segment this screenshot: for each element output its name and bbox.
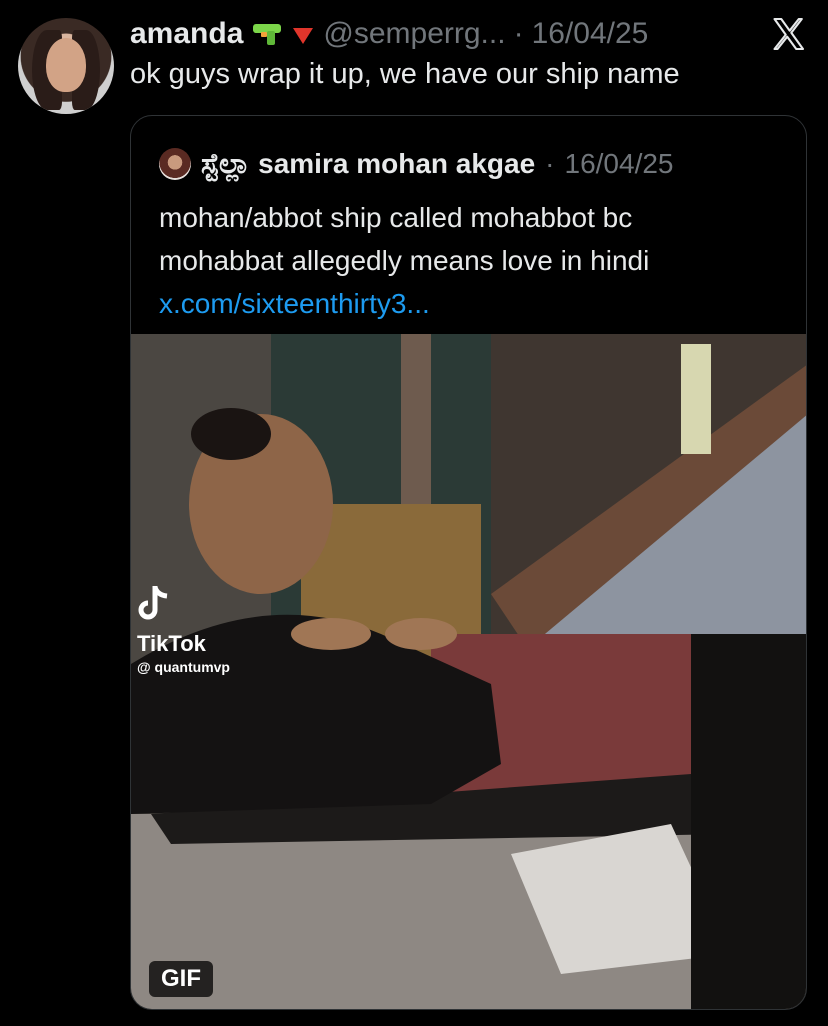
quote-author-name[interactable]: ಸ್ಟೆಲ್ಲಾ samira mohan akgae bbox=[201, 148, 535, 181]
gif-frame-image bbox=[131, 334, 806, 1009]
quote-text-line-1: mohan/abbot ship called mohabbot bc bbox=[159, 202, 633, 233]
author-avatar[interactable] bbox=[18, 18, 114, 114]
author-name[interactable]: amanda bbox=[130, 17, 243, 51]
gif-badge: GIF bbox=[149, 961, 213, 997]
tiktok-wordmark: TikTok bbox=[137, 631, 206, 656]
quote-date[interactable]: 16/04/25 bbox=[565, 148, 674, 180]
tweet-text: ok guys wrap it up, we have our ship nam… bbox=[130, 58, 680, 90]
avatar-face bbox=[46, 38, 86, 92]
tweet[interactable]: amanda @semperrg... · 16/04/25 ok guys w… bbox=[0, 0, 828, 1026]
quote-header: ಸ್ಟೆಲ್ಲಾ samira mohan akgae · 16/04/25 bbox=[159, 146, 674, 182]
quote-link[interactable]: x.com/sixteenthirty3... bbox=[159, 282, 789, 325]
quote-author-avatar[interactable] bbox=[159, 148, 191, 180]
quote-separator: · bbox=[545, 148, 555, 179]
tiktok-handle: @ quantumvp bbox=[137, 659, 230, 675]
tweet-header: amanda @semperrg... · 16/04/25 bbox=[130, 14, 648, 54]
quoted-tweet[interactable]: ಸ್ಟೆಲ್ಲಾ samira mohan akgae · 16/04/25 m… bbox=[130, 115, 807, 1010]
name-emojis bbox=[251, 20, 315, 48]
red-triangle-down-emoji bbox=[293, 28, 314, 44]
tiktok-watermark: TikTok @ quantumvp bbox=[137, 584, 230, 675]
tiktok-logo-icon bbox=[138, 586, 168, 620]
tweet-date[interactable]: 16/04/25 bbox=[532, 17, 649, 51]
gif-media[interactable]: TikTok @ quantumvp GIF bbox=[131, 334, 806, 1009]
quote-text-line-2: mohabbat allegedly means love in hindi bbox=[159, 245, 650, 276]
x-logo-icon[interactable] bbox=[770, 16, 806, 52]
meta-separator: · bbox=[513, 17, 524, 50]
water-pistol-emoji bbox=[253, 24, 282, 45]
author-handle[interactable]: @semperrg... bbox=[323, 17, 505, 51]
quote-text: mohan/abbot ship called mohabbot bc moha… bbox=[159, 196, 789, 325]
